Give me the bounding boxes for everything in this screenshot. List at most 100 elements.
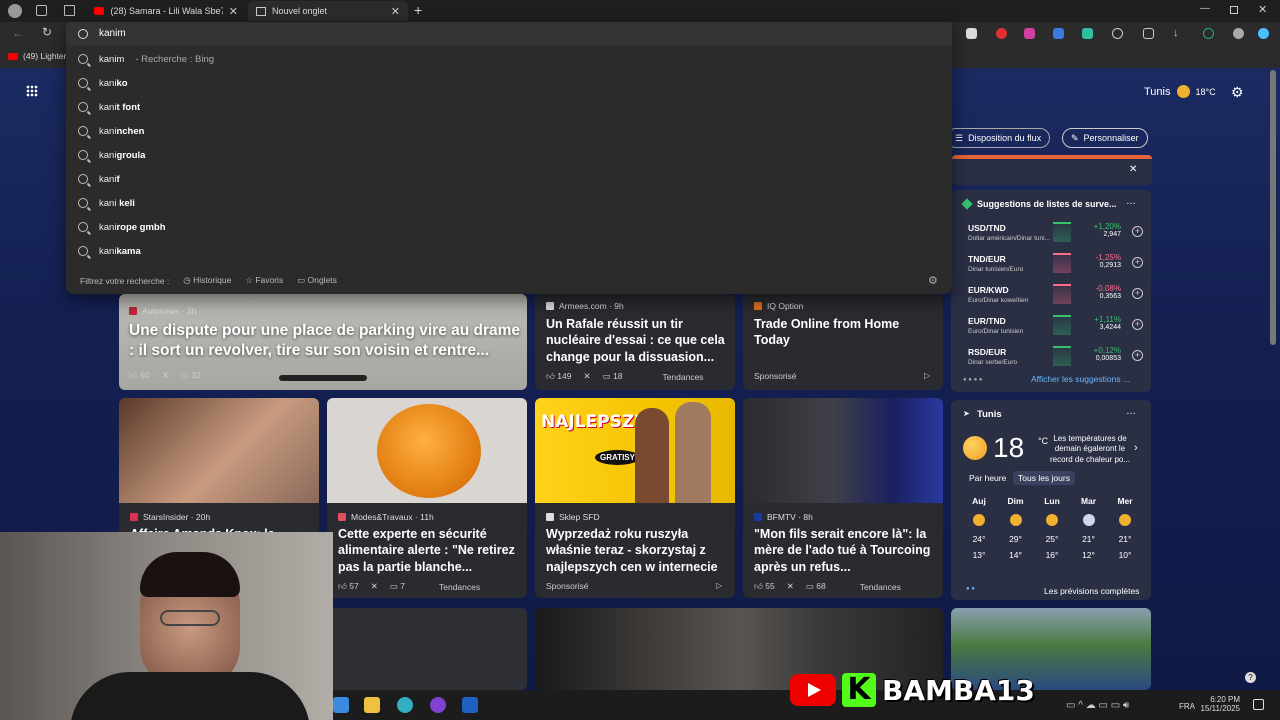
layout-button[interactable]: ☰ Disposition du flux bbox=[946, 128, 1051, 148]
ad-choices-icon[interactable]: ▷ bbox=[924, 371, 930, 380]
market-row[interactable]: USD/TND Dollar américain/Dinar tuni... +1,… bbox=[959, 220, 1145, 250]
tab-youtube[interactable]: (28) Samara - Lili Wala Sbe7 (De ✕ bbox=[86, 1, 246, 21]
dislike-icon[interactable]: ✕ bbox=[162, 370, 169, 381]
language-indicator[interactable]: FRA bbox=[1179, 702, 1195, 711]
extension-icon[interactable] bbox=[1082, 28, 1093, 39]
scrollbar[interactable] bbox=[1270, 70, 1276, 345]
carousel-dots[interactable] bbox=[279, 375, 367, 381]
dislike-icon[interactable]: ✕ bbox=[583, 371, 590, 382]
history-filter[interactable]: ◷ Historique bbox=[183, 275, 231, 286]
notifications-icon[interactable] bbox=[1253, 699, 1264, 710]
help-icon[interactable]: ? bbox=[1245, 672, 1256, 683]
add-watchlist-icon[interactable]: + bbox=[1132, 226, 1143, 237]
favorites-filter[interactable]: ☆ Favoris bbox=[245, 275, 283, 286]
news-card[interactable]: BFMTV · 8h "Mon fils serait encore là": … bbox=[743, 398, 943, 598]
forecast-day[interactable]: Mer 21° 10° bbox=[1110, 496, 1140, 560]
ad-card[interactable]: IQ Option Trade Online from Home Today S… bbox=[743, 294, 943, 390]
tab-new[interactable]: Nouvel onglet ✕ bbox=[248, 1, 408, 21]
profile-avatar[interactable] bbox=[8, 4, 22, 18]
new-tab-button[interactable]: + bbox=[414, 2, 422, 18]
forecast-link[interactable]: Les prévisions complètes bbox=[1044, 586, 1139, 596]
suggestion-item[interactable]: kaninchen bbox=[78, 121, 144, 141]
apps-grid-icon[interactable] bbox=[26, 85, 38, 97]
more-options-icon[interactable]: … bbox=[1126, 196, 1136, 207]
market-row[interactable]: EUR/TND Euro/Dinar tunisien +1,11% 3,4244 + bbox=[959, 313, 1145, 343]
suggestion-item[interactable]: kanirope gmbh bbox=[78, 217, 166, 237]
suggestion-item[interactable]: kanikama bbox=[78, 241, 141, 261]
refresh-icon[interactable]: ↻ bbox=[42, 25, 52, 39]
file-explorer-icon[interactable] bbox=[364, 697, 380, 713]
pager-dots[interactable]: ● ● bbox=[966, 586, 975, 592]
suggestion-item[interactable]: kanigroula bbox=[78, 145, 145, 165]
forecast-day[interactable]: Dim 29° 14° bbox=[1001, 496, 1031, 560]
more-options-icon[interactable]: … bbox=[1126, 406, 1136, 417]
minimize-icon[interactable]: — bbox=[1200, 3, 1210, 14]
back-icon[interactable]: ← bbox=[12, 26, 24, 40]
clock[interactable]: 6:20 PM 15/11/2025 bbox=[1200, 695, 1240, 713]
weather-top[interactable]: Tunis 18°C bbox=[1144, 85, 1216, 98]
market-row[interactable]: RSD/EUR Dinar serbe/Euro +0,12% 0,00853 + bbox=[959, 344, 1145, 374]
tray-icons[interactable]: ▭ ^ ☁ ▭ ▭ 🔊︎ bbox=[1066, 700, 1129, 711]
forecast-day[interactable]: Auj 24° 13° bbox=[964, 496, 994, 560]
comment-icon[interactable]: ▭ 68 bbox=[806, 581, 826, 592]
extension-icon[interactable] bbox=[996, 28, 1007, 39]
like-icon[interactable]: 👍︎ 57 bbox=[338, 581, 359, 592]
pager-dots[interactable]: ● ● ● ● bbox=[963, 377, 983, 383]
favorite-item[interactable]: (49) Lighter bbox=[8, 51, 66, 61]
show-suggestions-link[interactable]: Afficher les suggestions ... bbox=[1031, 374, 1130, 384]
extension-icon[interactable] bbox=[1053, 28, 1064, 39]
extension-icon[interactable] bbox=[1203, 28, 1214, 39]
tab-daily[interactable]: Tous les jours bbox=[1013, 471, 1075, 485]
suggestion-item[interactable]: kanif bbox=[78, 169, 120, 189]
copilot-icon[interactable] bbox=[1258, 28, 1269, 39]
news-card[interactable] bbox=[327, 608, 527, 690]
news-card[interactable]: Modes&Travaux · 11h Cette experte en séc… bbox=[327, 398, 527, 598]
comment-icon[interactable]: ▭ 7 bbox=[390, 581, 405, 592]
workspaces-icon[interactable] bbox=[36, 5, 47, 16]
comment-icon[interactable]: ▭ 18 bbox=[603, 371, 623, 382]
settings-icon[interactable]: ⚙ bbox=[928, 274, 938, 287]
ad-card[interactable]: NAJLEPSZE GRATISY Sklep SFD Wyprzedaż ro… bbox=[535, 398, 735, 598]
dislike-icon[interactable]: ✕ bbox=[371, 581, 378, 592]
close-banner-icon[interactable]: ✕ bbox=[1129, 164, 1137, 175]
restore-icon[interactable] bbox=[1230, 6, 1238, 14]
dislike-icon[interactable]: ✕ bbox=[787, 581, 794, 592]
close-tab-icon[interactable]: ✕ bbox=[229, 5, 238, 18]
ad-choices-icon[interactable]: ▷ bbox=[716, 581, 722, 590]
add-watchlist-icon[interactable]: + bbox=[1132, 257, 1143, 268]
forecast-day[interactable]: Mar 21° 12° bbox=[1074, 496, 1104, 560]
news-card[interactable]: Autonews · 3h Une dispute pour une place… bbox=[119, 294, 527, 390]
like-icon[interactable]: 👍︎ 149 bbox=[546, 371, 571, 382]
tabs-filter[interactable]: ▭ Onglets bbox=[297, 275, 337, 286]
chevron-right-icon[interactable]: › bbox=[1134, 442, 1138, 454]
close-window-icon[interactable]: ✕ bbox=[1258, 3, 1267, 16]
extension-icon[interactable] bbox=[1112, 28, 1123, 39]
like-icon[interactable]: 👍︎ 60 bbox=[129, 370, 150, 381]
suggestion-item[interactable]: kani keli bbox=[78, 193, 135, 213]
extension-icon[interactable] bbox=[1024, 28, 1035, 39]
edge-icon[interactable] bbox=[397, 697, 413, 713]
market-row[interactable]: TND/EUR Dinar tunisien/Euro -1,25% 0,2913 + bbox=[959, 251, 1145, 281]
app-icon[interactable] bbox=[333, 697, 349, 713]
suggestion-item[interactable]: kanim - Recherche : Bing bbox=[78, 49, 214, 69]
add-watchlist-icon[interactable]: + bbox=[1132, 319, 1143, 330]
profile-icon[interactable] bbox=[1233, 28, 1244, 39]
customize-button[interactable]: ✎ Personnaliser bbox=[1062, 128, 1148, 148]
suggestion-item[interactable]: kaniko bbox=[78, 73, 128, 93]
downloads-icon[interactable]: ↓ bbox=[1173, 28, 1184, 39]
split-screen-icon[interactable] bbox=[1143, 28, 1154, 39]
app-icon[interactable] bbox=[462, 697, 478, 713]
add-watchlist-icon[interactable]: + bbox=[1132, 288, 1143, 299]
like-icon[interactable]: 👍︎ 55 bbox=[754, 581, 775, 592]
market-row[interactable]: EUR/KWD Euro/Dinar koweïtien -0,08% 0,3563 + bbox=[959, 282, 1145, 312]
news-card[interactable]: Armees.com · 9h Un Rafale réussit un tir… bbox=[535, 294, 735, 390]
add-watchlist-icon[interactable]: + bbox=[1132, 350, 1143, 361]
vertical-tabs-icon[interactable] bbox=[64, 5, 75, 16]
weather-city[interactable]: Tunis bbox=[977, 409, 1002, 420]
address-input[interactable]: kanim bbox=[66, 22, 952, 46]
extension-icon[interactable] bbox=[966, 28, 977, 39]
suggestion-item[interactable]: kanit font bbox=[78, 97, 140, 117]
settings-icon[interactable]: ⚙ bbox=[1231, 84, 1244, 101]
close-tab-icon[interactable]: ✕ bbox=[391, 5, 400, 18]
app-icon[interactable] bbox=[430, 697, 446, 713]
